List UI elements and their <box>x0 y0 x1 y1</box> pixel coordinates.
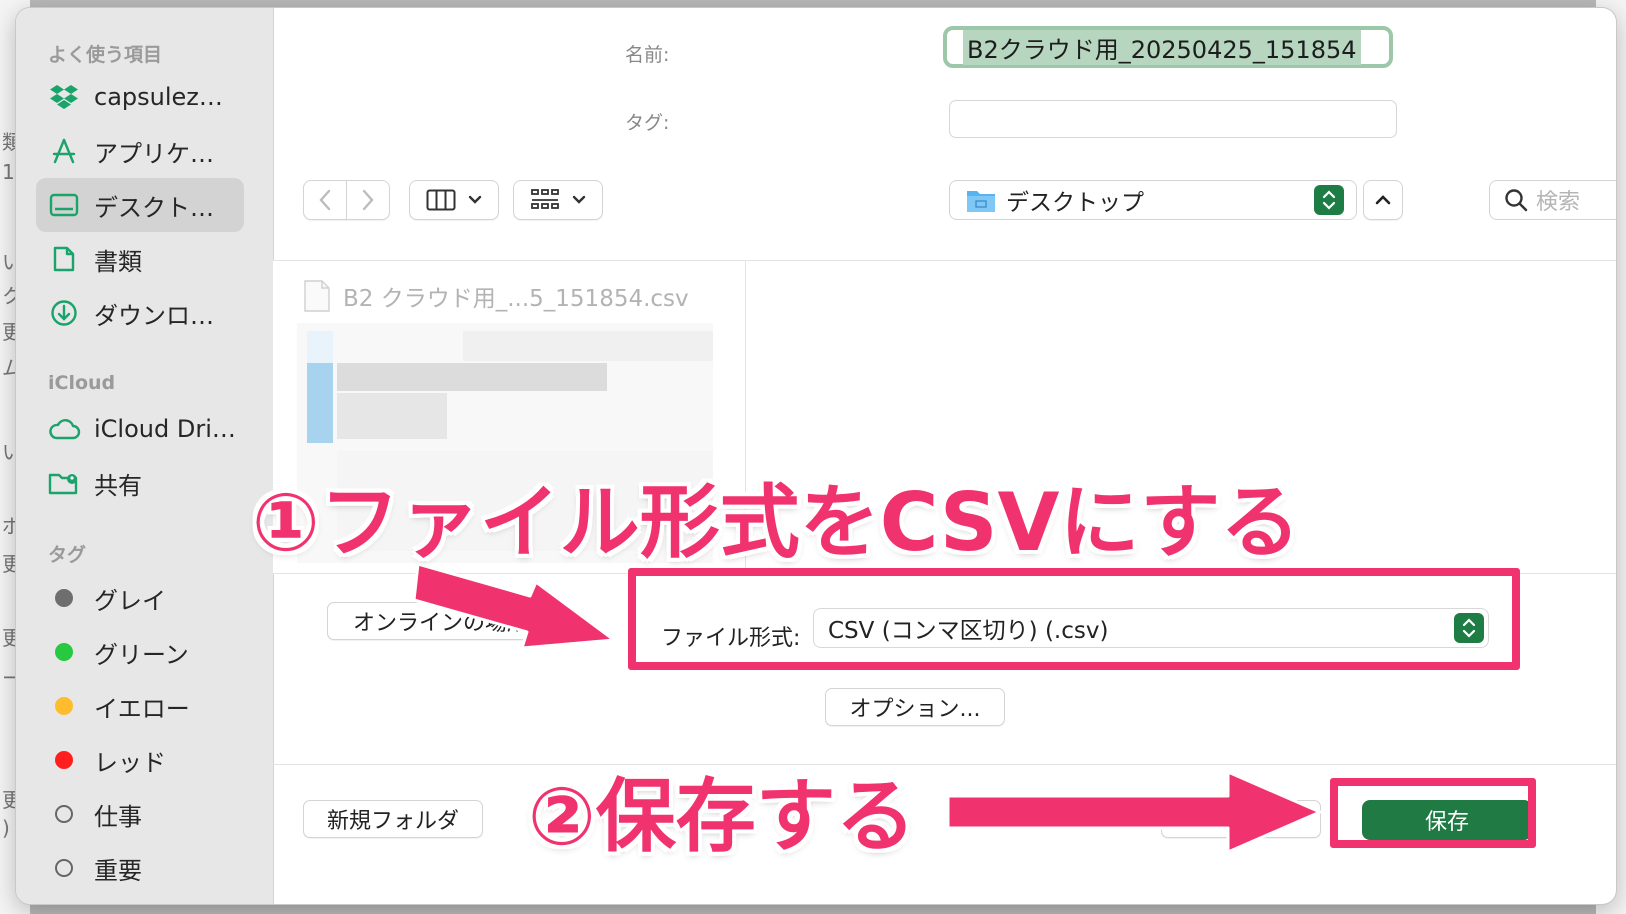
arrow-to-save <box>946 770 1322 854</box>
step1-annotation: ①ファイル形式をCSVにする <box>252 476 1301 569</box>
step2-annotation: ②保存する <box>528 770 916 863</box>
arrow-to-format <box>412 562 616 650</box>
